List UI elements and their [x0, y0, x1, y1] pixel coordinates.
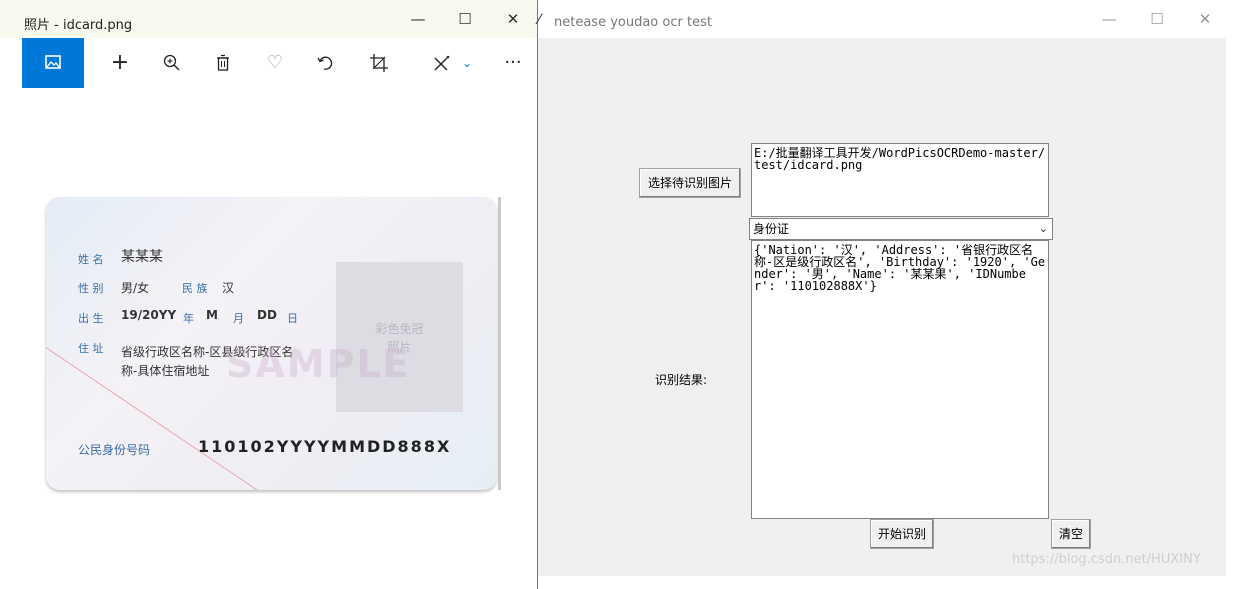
year-char: 年 [183, 312, 194, 325]
photos-window: 照片 - idcard.png — ☐ ✕ + ♡ ⌄ ··· 姓 名 某某某 … [0, 0, 537, 589]
close-button[interactable]: ✕ [498, 10, 528, 28]
close-button[interactable]: ✕ [1190, 10, 1220, 28]
image-icon [45, 55, 61, 69]
address-line-2: 称-具体住宿地址 [121, 364, 210, 378]
delete-icon[interactable] [208, 38, 238, 88]
document-type-select[interactable]: 身份证 ⌄ [749, 218, 1053, 240]
result-label: 识别结果: [655, 373, 708, 387]
photo-placeholder: 彩色免冠 照片 [336, 262, 463, 412]
gender-label: 性 别 [78, 282, 104, 295]
birth-day: DD [257, 308, 277, 322]
minimize-button[interactable]: — [403, 10, 433, 28]
maximize-button[interactable]: ☐ [1142, 10, 1172, 28]
file-path-textbox[interactable]: E:/批量翻译工具开发/WordPicsOCRDemo-master/test/… [751, 143, 1049, 217]
favorite-icon[interactable]: ♡ [260, 38, 290, 88]
minimize-button[interactable]: — [1094, 10, 1124, 28]
image-button[interactable] [22, 38, 84, 88]
address-label: 住 址 [78, 342, 104, 355]
result-textbox[interactable]: {'Nation': '汉', 'Address': '省银行政区名称-区是级行… [751, 240, 1049, 519]
clear-button[interactable]: 清空 [1051, 519, 1091, 549]
crop-icon[interactable] [364, 38, 394, 88]
birth-month: M [206, 308, 218, 322]
nation-label: 民 族 [182, 282, 208, 295]
name-value: 某某某 [121, 249, 163, 265]
rotate-icon[interactable] [311, 38, 341, 88]
more-icon[interactable]: ··· [498, 38, 528, 88]
id-number-value: 110102YYYYMMDD888X [198, 437, 452, 456]
zoom-in-icon[interactable] [157, 38, 187, 88]
card-shadow-edge [498, 197, 501, 490]
id-number-label: 公民身份号码 [78, 443, 151, 457]
document-type-value: 身份证 [753, 222, 790, 236]
gender-value: 男/女 [121, 281, 150, 295]
id-card-image: 姓 名 某某某 性 别 男/女 民 族 汉 出 生 19/20YY 年 M 月 … [46, 197, 497, 490]
watermark-text: https://blog.csdn.net/HUXINY [1012, 552, 1201, 567]
sample-watermark: SAMPLE [226, 342, 411, 386]
name-label: 姓 名 [78, 253, 104, 266]
select-image-button[interactable]: 选择待识别图片 [639, 168, 741, 198]
start-recognition-button[interactable]: 开始识别 [870, 519, 934, 549]
window-title: netease youdao ocr test [554, 15, 712, 30]
window-title: 照片 - idcard.png [24, 18, 133, 33]
add-icon[interactable]: + [105, 38, 135, 88]
month-char: 月 [233, 312, 244, 325]
birth-label: 出 生 [78, 312, 104, 325]
chevron-down-icon[interactable]: ⌄ [452, 38, 482, 88]
chevron-down-icon[interactable]: ⌄ [1039, 219, 1048, 239]
nation-value: 汉 [222, 281, 235, 295]
feather-icon: ⁄ [538, 12, 541, 28]
birth-year: 19/20YY [121, 308, 177, 322]
maximize-button[interactable]: ☐ [450, 10, 480, 28]
day-char: 日 [287, 312, 298, 325]
photos-titlebar: 照片 - idcard.png — ☐ ✕ [0, 0, 537, 38]
